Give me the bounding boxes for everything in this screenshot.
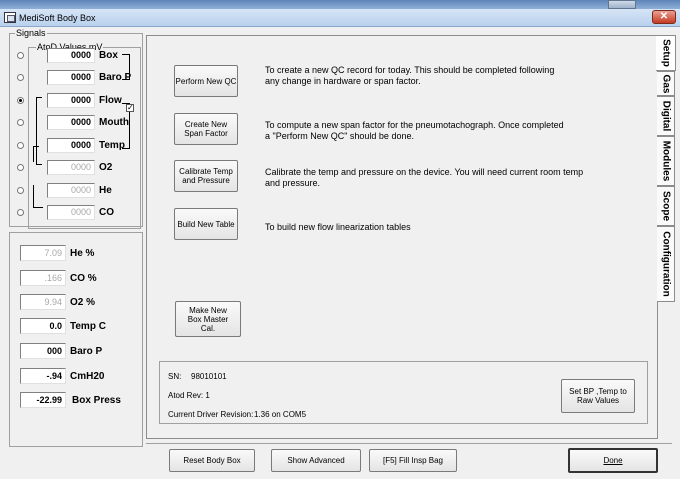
signal-value: 0000 bbox=[47, 115, 95, 130]
signal-value: 0000 bbox=[47, 183, 95, 198]
calculated-label: CO % bbox=[70, 273, 97, 284]
set-bp-temp-raw-button[interactable]: Set BP ,Temp to Raw Values bbox=[561, 379, 635, 413]
calibrate-temp-pressure-button[interactable]: Calibrate Temp and Pressure bbox=[174, 160, 238, 192]
signal-radio-mouth[interactable] bbox=[17, 119, 24, 126]
setup-tab-panel: Perform New QC To create a new QC record… bbox=[146, 35, 658, 439]
flow-left-bracket bbox=[36, 97, 42, 165]
signal-value: 0000 bbox=[47, 48, 95, 63]
signal-radio-baro-p[interactable] bbox=[17, 74, 24, 81]
tab-gas[interactable]: Gas bbox=[657, 71, 675, 96]
calculated-label: Baro P bbox=[70, 346, 103, 357]
calculated-value: 9.94 bbox=[20, 294, 66, 310]
driver-revision-label: Current Driver Revision: bbox=[168, 410, 254, 419]
bottom-separator bbox=[146, 443, 672, 444]
calculated-value: 0.0 bbox=[20, 318, 66, 334]
signal-label: He bbox=[99, 185, 112, 196]
build-new-table-description: To build new flow linearization tables bbox=[265, 222, 411, 232]
calculated-value: 000 bbox=[20, 343, 66, 359]
title-bar: MediSoft Body Box bbox=[0, 9, 680, 27]
perform-new-qc-description: To create a new QC record for today. Thi… bbox=[265, 65, 555, 86]
signal-radio-box[interactable] bbox=[17, 52, 24, 59]
build-new-table-button[interactable]: Build New Table bbox=[174, 208, 238, 240]
driver-revision-value: 1.36 on COM5 bbox=[254, 410, 307, 419]
signal-value: 0000 bbox=[47, 160, 95, 175]
tab-digital[interactable]: Digital bbox=[657, 96, 675, 136]
done-button[interactable]: Done bbox=[568, 448, 658, 473]
fill-insp-bag-button[interactable]: [F5] Fill Insp Bag bbox=[369, 449, 457, 472]
signal-label: Flow bbox=[99, 95, 122, 106]
signal-value: 0000 bbox=[47, 138, 95, 153]
tab-scope[interactable]: Scope bbox=[657, 186, 675, 226]
app-icon bbox=[4, 12, 16, 23]
flow-checkbox[interactable]: ✓ bbox=[126, 104, 134, 112]
box-baro-bracket bbox=[122, 54, 130, 80]
signal-value: 0000 bbox=[47, 70, 95, 85]
perform-new-qc-button[interactable]: Perform New QC bbox=[174, 65, 238, 97]
co-left-bracket bbox=[33, 185, 43, 208]
main-window: Signals AtoD Values mV 0000 Box 0000 Baro P… bbox=[0, 27, 680, 479]
signal-radio-flow[interactable] bbox=[17, 97, 24, 104]
background-window-button[interactable] bbox=[608, 0, 636, 9]
tab-setup[interactable]: Setup bbox=[656, 35, 676, 71]
signal-value: 0000 bbox=[47, 205, 95, 220]
sn-value: 98010101 bbox=[191, 372, 227, 381]
signal-radio-he[interactable] bbox=[17, 187, 24, 194]
signal-radio-co[interactable] bbox=[17, 209, 24, 216]
create-new-span-factor-description: To compute a new span factor for the pne… bbox=[265, 120, 564, 141]
signal-label: O2 bbox=[99, 162, 113, 173]
calculated-label: O2 % bbox=[70, 297, 96, 308]
signals-group-label: Signals bbox=[15, 28, 47, 38]
calculated-label: Box Press bbox=[72, 395, 121, 406]
signal-value: 0000 bbox=[47, 93, 95, 108]
calculated-label: Temp C bbox=[70, 321, 106, 332]
outer-title-strip bbox=[0, 0, 680, 9]
signal-radio-temp[interactable] bbox=[17, 142, 24, 149]
signal-label: CO bbox=[99, 207, 114, 218]
reset-body-box-button[interactable]: Reset Body Box bbox=[169, 449, 255, 472]
calculated-label: He % bbox=[70, 248, 95, 259]
sn-label: SN: bbox=[168, 372, 182, 381]
signal-label: Box bbox=[99, 50, 118, 61]
tab-modules[interactable]: Modules bbox=[657, 136, 675, 186]
calculated-label: CmH20 bbox=[70, 371, 105, 382]
atod-rev: Atod Rev: 1 bbox=[168, 391, 210, 400]
calculated-value: 7.09 bbox=[20, 245, 66, 261]
window-title: MediSoft Body Box bbox=[19, 13, 96, 23]
calculated-value: -22.99 bbox=[20, 392, 66, 408]
signal-radio-o2[interactable] bbox=[17, 164, 24, 171]
calculated-value: .166 bbox=[20, 270, 66, 286]
calibrate-temp-pressure-description: Calibrate the temp and pressure on the d… bbox=[265, 167, 584, 188]
device-info-group: SN: 98010101 Atod Rev: 1 Current Driver … bbox=[159, 361, 648, 424]
tab-configuration[interactable]: Configuration bbox=[657, 226, 675, 302]
close-button[interactable]: ✕ bbox=[652, 10, 676, 24]
calculated-value: -.94 bbox=[20, 368, 66, 384]
make-new-box-master-cal-button[interactable]: Make New Box Master Cal. bbox=[175, 301, 241, 337]
show-advanced-button[interactable]: Show Advanced bbox=[271, 449, 361, 472]
create-new-span-factor-button[interactable]: Create New Span Factor bbox=[174, 113, 238, 145]
calculated-values-group bbox=[9, 232, 143, 447]
